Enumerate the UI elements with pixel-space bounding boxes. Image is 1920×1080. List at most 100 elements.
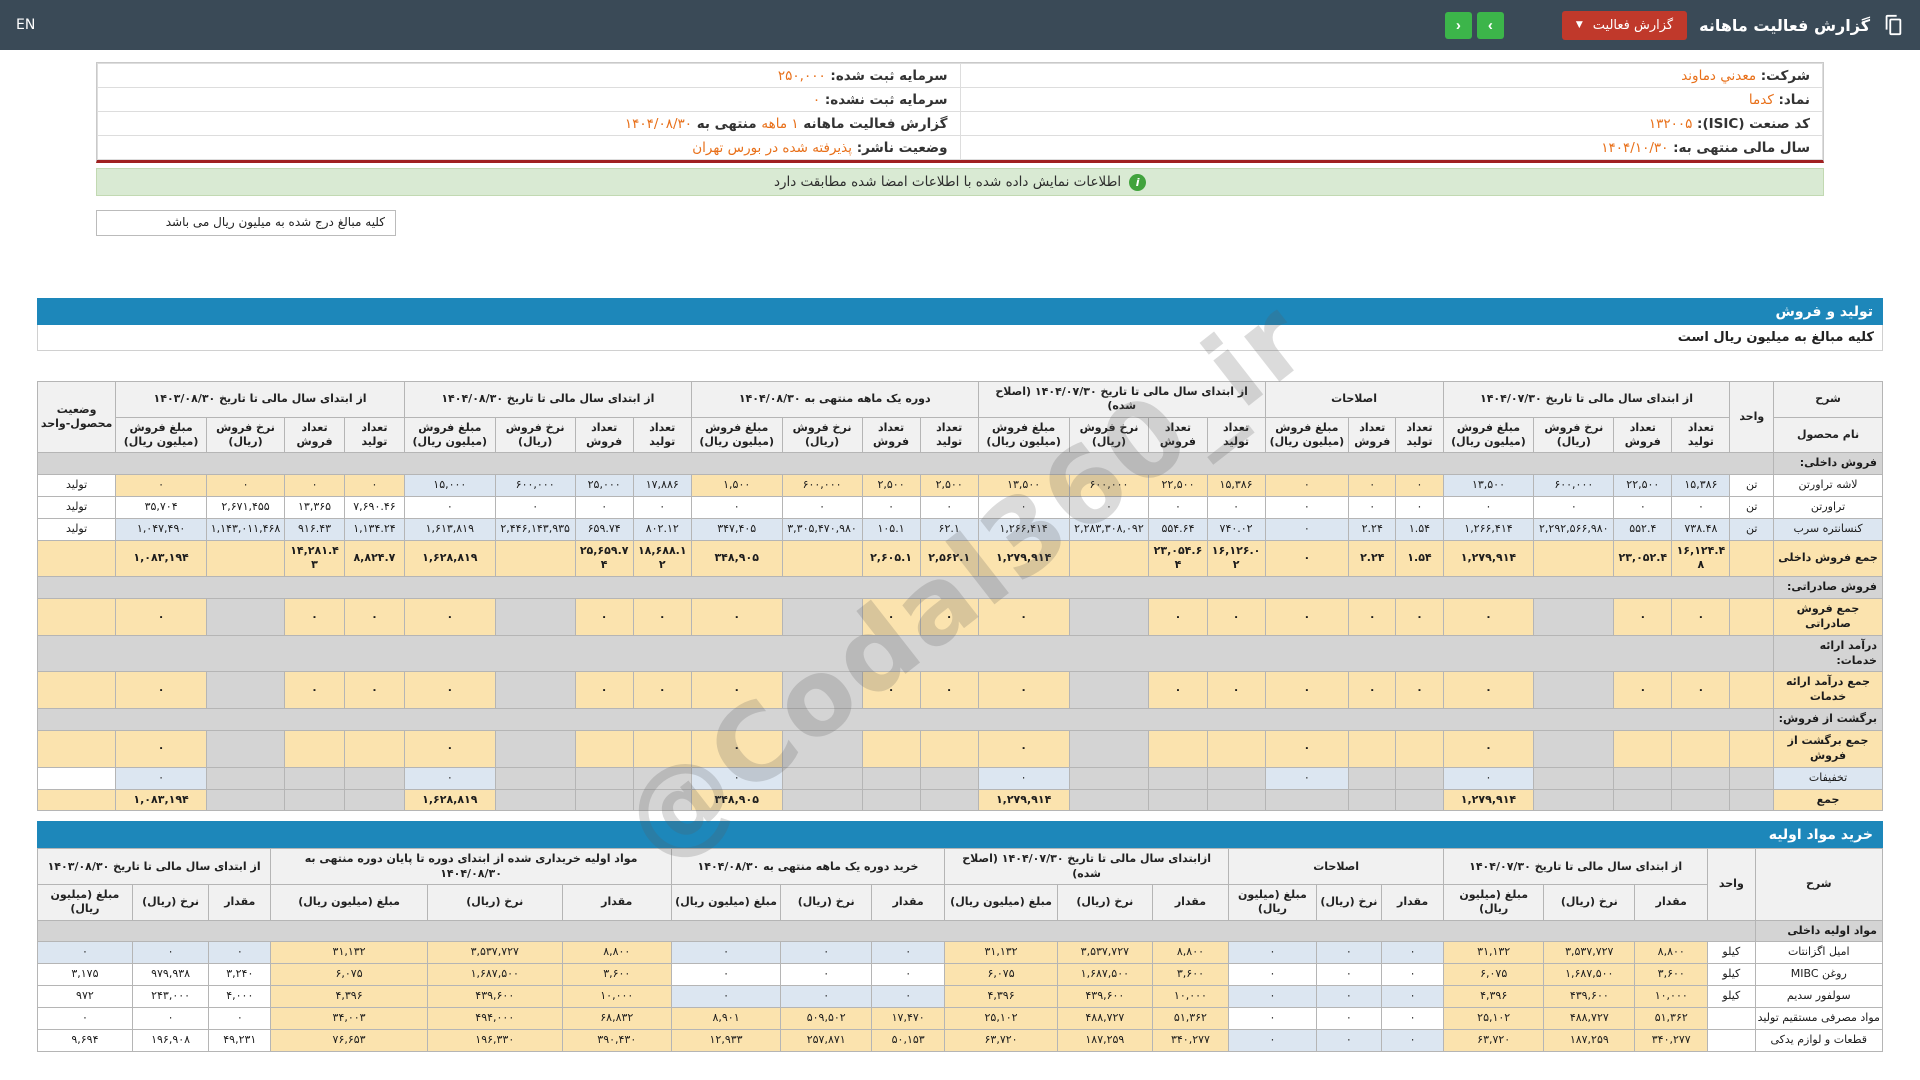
cell: ۲۵,۶۵۹.۷۴ (574, 539, 634, 578)
cell: ۰ (115, 474, 207, 497)
next-report-button[interactable]: › (1476, 11, 1504, 39)
cell: ۳,۶۰۰ (561, 963, 672, 987)
section-row: فروش داخلی: (36, 452, 1883, 476)
cell: ۰ (37, 1006, 133, 1030)
cell (919, 730, 979, 768)
column-header: مقدار (1634, 883, 1709, 921)
cell (574, 766, 634, 790)
unit-cell (1729, 788, 1775, 812)
section-filler (36, 634, 1775, 673)
cell: ۴,۳۹۶ (944, 985, 1058, 1008)
unit-cell (1707, 1028, 1756, 1052)
cell: ۱.۵۴ (1395, 539, 1444, 578)
cell (1533, 539, 1615, 578)
cell: ۵۰۹,۵۰۲ (780, 1006, 873, 1030)
cell: ۰ (1228, 1028, 1317, 1052)
cell: ۰ (131, 1006, 210, 1030)
cell (781, 671, 863, 710)
column-header: مبلغ (میلیون ریال) (944, 883, 1058, 921)
report-type-dropdown[interactable]: گزارش فعالیت ▼ (1561, 10, 1688, 40)
data-row: لاشه تراورتن تن ۱۵,۳۸۶ ۲۲,۵۰۰ ۶۰۰,۰۰۰ ۱۳,۵۰۰ ۰… (36, 474, 1883, 497)
cell: ۳۴۰,۲۷۷ (1151, 1028, 1230, 1052)
cell: ۶,۰۷۵ (944, 963, 1058, 987)
column-header: تعداد تولید (1671, 416, 1731, 454)
company-info-body: شرکت: معدني دماوند سرمایه ثبت شده: ۲۵۰,۰۰… (97, 63, 1823, 160)
cell: ۱,۲۷۹,۹۱۴ (977, 788, 1070, 812)
cell: ۱,۲۶۶,۴۱۴ (1442, 517, 1535, 541)
cell: ۰ (1264, 730, 1350, 768)
production-section-header: تولید و فروش (37, 298, 1883, 325)
cell: ۰ (1228, 941, 1317, 965)
column-header: مبلغ (میلیون ریال) (37, 883, 133, 921)
cell: ۱۴,۲۸۱.۴۳ (284, 539, 345, 578)
cell (781, 730, 863, 768)
cell: ۰ (1264, 598, 1350, 636)
unit-cell (1729, 598, 1775, 636)
cell (494, 598, 576, 636)
status-cell (36, 671, 117, 710)
section-label: فروش صادراتی: (1773, 576, 1883, 600)
cell (1613, 766, 1673, 790)
cell: ۰ (861, 671, 921, 710)
cell: ۳,۱۷۵ (37, 963, 133, 987)
column-header: تعداد تولید (632, 416, 692, 454)
prev-report-button[interactable]: ‹ (1444, 11, 1472, 39)
status-cell: تولید (36, 517, 117, 541)
section-label: درآمد ارائه خدمات: (1773, 634, 1883, 673)
cell: ۶۳,۷۲۰ (1443, 1028, 1545, 1052)
cell (1068, 788, 1150, 812)
topbar: گزارش فعالیت ماهانه گزارش فعالیت ▼ › ‹ E… (0, 0, 1920, 50)
cell: ۰ (343, 598, 405, 636)
language-toggle[interactable]: EN (16, 17, 35, 33)
data-row: جمع درآمد ارائه خدمات ۰ ۰ ۰ ۰ ۰ ۰ ۰ ۰ ۰ ۰ ۰ ۰ ۰ ۰ ۰ ۰ ۰ ۰ (36, 671, 1883, 710)
row-label: جمع (1773, 788, 1883, 812)
cell: ۰ (1264, 474, 1350, 497)
info-cell: گزارش فعالیت ماهانه ۱ ماهه منتهی به ۱۴۰۴… (97, 111, 961, 136)
cell: ۶۳,۷۲۰ (944, 1028, 1058, 1052)
cell: ۴,۳۹۶ (270, 985, 428, 1008)
info-cell: نماد: کدما (959, 87, 1823, 112)
column-header: نرخ فروش (ریال) (1068, 416, 1150, 454)
cell (205, 671, 286, 710)
info-value: معدني دماوند (1681, 67, 1757, 84)
cell: ۱۸,۶۸۸.۱۲ (632, 539, 692, 578)
cell (1395, 730, 1444, 768)
cell: ۱,۶۱۳,۸۱۹ (403, 517, 496, 541)
cell: ۱۷,۴۷۰ (871, 1006, 946, 1030)
cell (1206, 788, 1266, 812)
section-filler (36, 708, 1775, 731)
section-filler (36, 576, 1775, 600)
cell: ۰ (343, 671, 405, 710)
cell: ۰ (781, 495, 863, 519)
column-header: نرخ (ریال) (426, 883, 563, 921)
cell: ۰ (871, 963, 946, 987)
column-header: مقدار (561, 883, 672, 921)
cell: ۲۵,۱۰۲ (1443, 1006, 1545, 1030)
dropdown-label: گزارش فعالیت (1592, 17, 1674, 33)
column-header: از ابتدای سال مالی تا تاریخ ۱۴۰۴/۰۸/۳۰ (403, 381, 692, 418)
cell: ۰ (1395, 598, 1444, 636)
cell: ۱,۶۲۸,۸۱۹ (403, 788, 496, 812)
cell: ۳,۶۰۰ (1151, 963, 1230, 987)
column-header: شرح (1754, 848, 1884, 921)
header-group-row: شرح واحد از ابتدای سال مالی تا تاریخ ۱۴۰۴/… (36, 380, 1883, 454)
cell: ۱,۶۸۷,۵۰۰ (1543, 963, 1636, 987)
cell: ۰ (37, 941, 133, 965)
cell: ۰ (1442, 671, 1535, 710)
cell: ۳,۵۳۷,۷۲۷ (426, 941, 563, 965)
data-row: روغن MIBC کیلو ۳,۶۰۰ ۱,۶۸۷,۵۰۰ ۶,۰۷۵ ۰ ۰ ۰ ۳,۶۰۰… (37, 963, 1884, 987)
cell: ۰ (919, 598, 979, 636)
column-header: اصلاحات (1228, 848, 1445, 885)
row-label: جمع فروش داخلی (1773, 539, 1883, 578)
column-header: مبلغ فروش (میلیون ریال) (1264, 416, 1350, 454)
cell: ۲۴۳,۰۰۰ (131, 985, 210, 1008)
cell: ۴۸۸,۷۲۷ (1057, 1006, 1153, 1030)
info-row: سال مالی منتهی به: ۱۴۰۴/۱۰/۳۰ وضعیت ناشر:… (97, 135, 1823, 160)
cell: ۰ (131, 941, 210, 965)
cell: ۰ (403, 671, 496, 710)
cell (494, 766, 576, 790)
cell: ۵۵۲.۴ (1613, 517, 1673, 541)
cell: ۱۹۶,۹۰۸ (131, 1028, 210, 1052)
cell: ۰ (1442, 495, 1535, 519)
cell: ۰ (1315, 941, 1383, 965)
